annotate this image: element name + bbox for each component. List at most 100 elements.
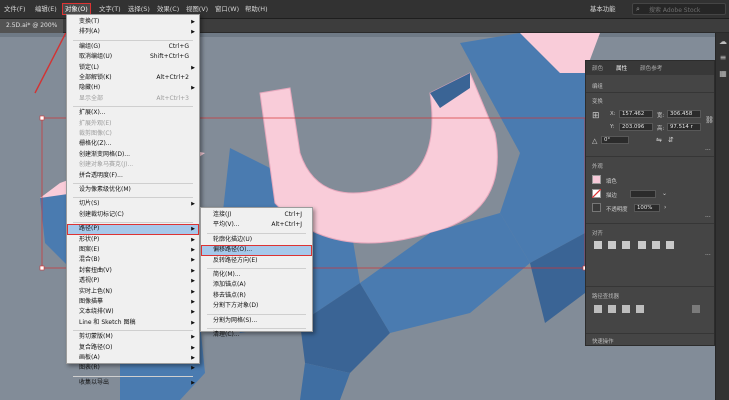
menu-select[interactable]: 选择(S) <box>126 4 152 14</box>
menu-item[interactable]: 简化(M)... <box>201 270 312 280</box>
menu-item[interactable]: 全部解锁(K) Alt+Ctrl+2 <box>67 73 199 83</box>
selection-handle-bl[interactable] <box>39 265 45 271</box>
align-center-v-icon[interactable] <box>652 241 660 249</box>
divider <box>586 156 714 157</box>
menu-item[interactable]: 拼合透明度(F)... <box>67 171 199 181</box>
menu-item[interactable]: 扩展(X)... <box>67 108 199 118</box>
menu-item-label: 平均(V)... <box>213 221 240 229</box>
menu-item[interactable]: 混合(B) ▶ <box>67 255 199 265</box>
reference-point-icon[interactable]: ⊞ <box>592 111 600 121</box>
pathfinder-minus-front-icon[interactable] <box>608 305 616 313</box>
menu-window[interactable]: 窗口(W) <box>213 4 241 14</box>
swatches-icon[interactable]: ▦ <box>718 69 728 79</box>
pathfinder-exclude-icon[interactable] <box>636 305 644 313</box>
align-more-icon[interactable]: ··· <box>705 252 711 259</box>
y-field[interactable]: 203.096 <box>619 123 653 131</box>
align-center-h-icon[interactable] <box>608 241 616 249</box>
chevron-down-icon[interactable]: ⌄ <box>662 190 667 197</box>
menu-item[interactable]: 反转路径方向(E) <box>201 256 312 266</box>
menu-file[interactable]: 文件(F) <box>2 4 27 14</box>
menu-item[interactable]: 画板(A) ▶ <box>67 353 199 363</box>
align-left-icon[interactable] <box>594 241 602 249</box>
appearance-more-icon[interactable]: ··· <box>705 214 711 221</box>
section-align-title: 对齐 <box>592 231 603 237</box>
opacity-field[interactable]: 100% <box>634 204 660 212</box>
align-bottom-icon[interactable] <box>666 241 674 249</box>
menu-item[interactable]: Line 和 Sketch 图稿 ▶ <box>67 318 199 328</box>
cc-libraries-icon[interactable]: ☁ <box>718 37 728 47</box>
menu-item-shortcut: Ctrl+J <box>284 211 302 218</box>
opacity-dropdown-icon[interactable]: › <box>664 204 666 211</box>
menu-item[interactable]: 排列(A) ▶ <box>67 27 199 37</box>
tab-properties[interactable]: 属性 <box>616 64 627 72</box>
menu-item[interactable]: 移去锚点(R) <box>201 291 312 301</box>
menu-item[interactable]: 取消编组(U) Shift+Ctrl+G <box>67 52 199 62</box>
stock-search-input[interactable]: ⌕ 搜索 Adobe Stock <box>632 3 726 15</box>
pathfinder-expand-button[interactable] <box>692 305 700 313</box>
menu-item-label: 创建渐变网格(D)... <box>79 150 131 158</box>
workspace-switcher[interactable]: 基本功能 <box>590 3 616 15</box>
menu-item[interactable]: 图像描摹 ▶ <box>67 297 199 307</box>
menu-help[interactable]: 帮助(H) <box>243 4 270 14</box>
menu-item[interactable]: 偏移路径(O)... <box>201 245 312 256</box>
menu-object[interactable]: 对象(O) <box>62 3 91 15</box>
menu-item[interactable]: 图表(R) ▶ <box>67 363 199 373</box>
menu-item-label: 拼合透明度(F)... <box>79 171 123 179</box>
menu-item[interactable]: 文本绕排(W) ▶ <box>67 307 199 317</box>
align-right-icon[interactable] <box>622 241 630 249</box>
menu-item-label: 创建裁切标记(C) <box>79 210 124 218</box>
menu-item[interactable]: 图案(E) ▶ <box>67 245 199 255</box>
stroke-label: 描边 <box>606 193 617 199</box>
menu-item[interactable]: 栅格化(Z)... <box>67 139 199 149</box>
document-tab[interactable]: 2.5D.ai* @ 200% <box>0 19 64 33</box>
menu-item[interactable]: 形状(P) ▶ <box>67 235 199 245</box>
menu-item[interactable]: 编组(G) Ctrl+G <box>67 42 199 52</box>
flip-horizontal-icon[interactable]: ⇋ <box>656 136 662 144</box>
menu-item[interactable]: 复合路径(O) ▶ <box>67 343 199 353</box>
menu-item[interactable]: 分割为网格(S)... <box>201 316 312 326</box>
menu-item[interactable]: 封套扭曲(V) ▶ <box>67 266 199 276</box>
menu-item[interactable]: 平均(V)... Alt+Ctrl+J <box>201 220 312 230</box>
menu-item[interactable]: 透视(P) ▶ <box>67 276 199 286</box>
menu-item[interactable]: 创建裁切标记(C) <box>67 210 199 220</box>
link-proportions-icon[interactable]: ⛓ <box>705 116 714 124</box>
menu-item[interactable]: 隐藏(H) ▶ <box>67 83 199 93</box>
menu-item[interactable]: 锁定(L) ▶ <box>67 63 199 73</box>
menu-view[interactable]: 视图(V) <box>184 4 210 14</box>
menu-item[interactable]: 连接(J) Ctrl+J <box>201 210 312 220</box>
x-field[interactable]: 157.462 <box>619 110 653 118</box>
menu-item[interactable]: 切片(S) ▶ <box>67 199 199 209</box>
stroke-swatch[interactable] <box>592 189 601 198</box>
menu-item[interactable]: 分割下方对象(D) <box>201 301 312 311</box>
selection-handle-tl[interactable] <box>39 115 45 121</box>
menu-item[interactable]: 收集以导出 ▶ <box>67 378 199 388</box>
flip-vertical-icon[interactable]: ⇵ <box>668 136 674 144</box>
menu-type[interactable]: 文字(T) <box>97 4 123 14</box>
pathfinder-unite-icon[interactable] <box>594 305 602 313</box>
menu-item-label: 收集以导出 <box>79 378 110 386</box>
layers-icon[interactable]: ≡ <box>718 53 728 63</box>
tab-color-guide[interactable]: 颜色参考 <box>640 64 662 72</box>
menu-item[interactable]: 轮廓化描边(U) <box>201 235 312 245</box>
fill-swatch[interactable] <box>592 175 601 184</box>
width-field[interactable]: 306.458 <box>667 110 701 118</box>
menu-item[interactable]: 添加锚点(A) <box>201 280 312 290</box>
menu-item[interactable]: 创建渐变网格(D)... <box>67 150 199 160</box>
stroke-weight-field[interactable] <box>630 190 656 198</box>
align-top-icon[interactable] <box>638 241 646 249</box>
pathfinder-intersect-icon[interactable] <box>622 305 630 313</box>
menu-item-label: 变换(T) <box>79 18 100 25</box>
submenu-arrow-icon: ▶ <box>191 299 195 305</box>
menu-effect[interactable]: 效果(C) <box>155 4 181 14</box>
menu-item[interactable]: 实时上色(N) ▶ <box>67 287 199 297</box>
more-options-icon[interactable]: ··· <box>705 147 711 154</box>
menu-item[interactable]: 设为像素级优化(M) <box>67 185 199 195</box>
menu-item[interactable]: 清理(C)... <box>201 330 312 340</box>
menu-item[interactable]: 路径(P) ▶ <box>67 224 199 235</box>
menu-item[interactable]: 剪切蒙版(M) ▶ <box>67 332 199 342</box>
angle-field[interactable]: 0° <box>601 136 629 144</box>
menu-edit[interactable]: 编辑(E) <box>33 4 59 14</box>
tab-color[interactable]: 颜色 <box>592 64 603 72</box>
height-field[interactable]: 97.514 r <box>667 123 701 131</box>
menu-item[interactable]: 变换(T) ▶ <box>67 17 199 27</box>
